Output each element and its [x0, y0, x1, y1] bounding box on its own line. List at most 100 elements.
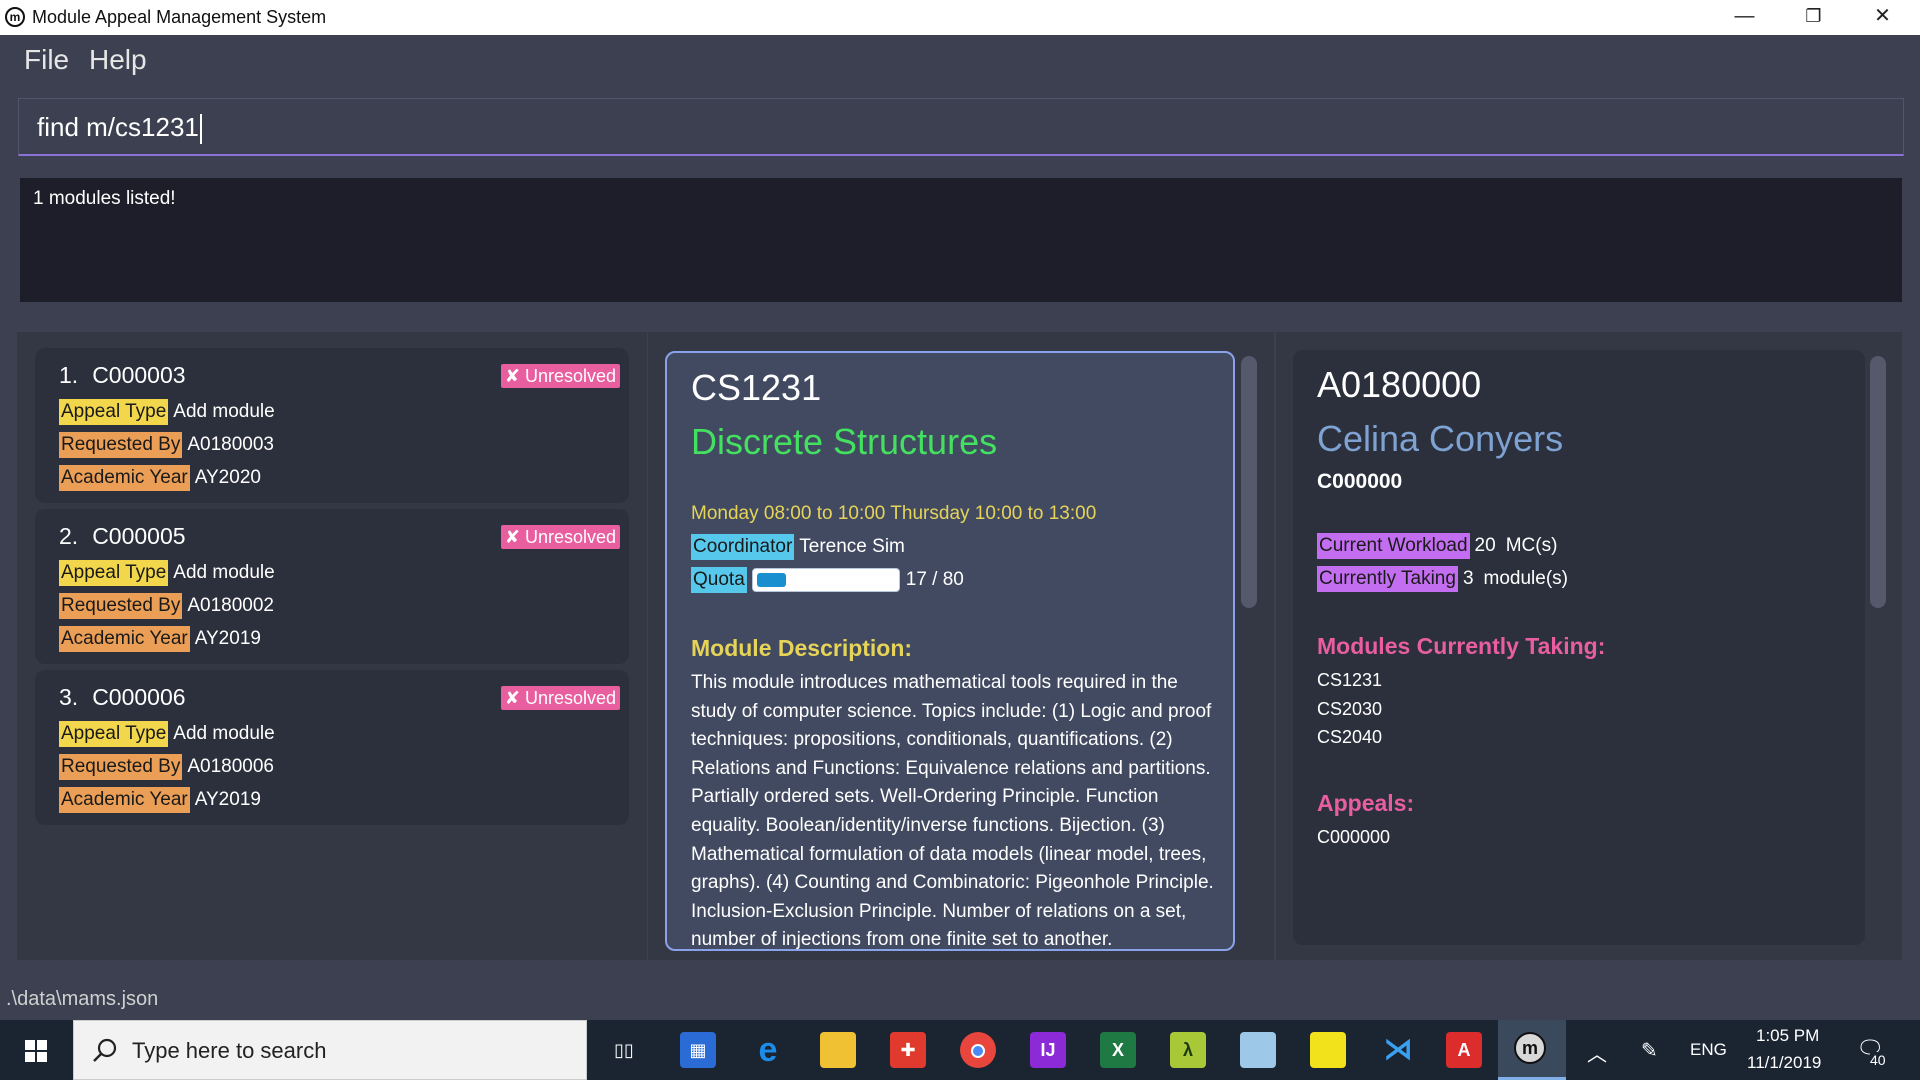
cross-icon: ✘	[504, 688, 520, 708]
module-list-item: CS1231	[1317, 670, 1383, 690]
appeal-type-tag: Appeal Type	[59, 721, 169, 747]
workload-tag: Current Workload	[1317, 533, 1470, 559]
student-detail-card[interactable]: A0180000 Celina Conyers C000000 Current …	[1293, 350, 1865, 945]
status-badge: ✘ Unresolved	[500, 364, 620, 388]
taking-tag: Currently Taking	[1317, 566, 1458, 592]
search-icon	[93, 1038, 117, 1062]
edge-icon[interactable]: e	[750, 1032, 786, 1068]
quota-progress-fill	[756, 572, 786, 587]
lambda-app-icon[interactable]: λ	[1170, 1032, 1206, 1068]
start-button[interactable]	[0, 1020, 70, 1080]
restore-button[interactable]: ❐	[1779, 0, 1848, 35]
excel-icon[interactable]: X	[1100, 1032, 1136, 1068]
academic-year-row: Academic Year AY2019	[59, 626, 261, 652]
appeal-type-value: Add module	[173, 723, 275, 744]
appeal-type-tag: Appeal Type	[59, 560, 169, 586]
clock-time[interactable]: 1:05 PM	[1756, 1026, 1819, 1046]
requested-by-row: Requested By A0180002	[59, 593, 274, 619]
taskbar-search-box[interactable]: Type here to search	[73, 1020, 587, 1080]
requested-by-tag: Requested By	[59, 593, 183, 619]
result-display[interactable]: 1 modules listed!	[20, 178, 1902, 302]
quota-row: Quota 17 / 80	[691, 567, 964, 593]
pen-icon[interactable]: ✎	[1641, 1038, 1658, 1063]
appeal-id: C000005	[92, 523, 186, 549]
module-description-title: Module Description:	[691, 635, 913, 661]
coordinator-row: Coordinator Terence Sim	[691, 534, 905, 560]
module-name: Discrete Structures	[691, 421, 998, 462]
appeal-card[interactable]: 2. C000005 ✘ Unresolved Appeal Type Add mod…	[35, 509, 629, 664]
academic-year-tag: Academic Year	[59, 787, 190, 813]
taskbar: Type here to search ▯▯ ▦ e ✚ IJ X λ ⋊ A …	[0, 1020, 1920, 1080]
academic-year-value: AY2019	[194, 628, 261, 649]
store-icon[interactable]: ▦	[680, 1032, 716, 1068]
gift-icon[interactable]: ✚	[890, 1032, 926, 1068]
taking-row: Currently Taking 3 module(s)	[1317, 566, 1568, 592]
command-area: find m/cs1231	[0, 87, 1920, 164]
academic-year-row: Academic Year AY2019	[59, 787, 261, 813]
chrome-icon[interactable]	[960, 1032, 996, 1068]
menu-help[interactable]: Help	[89, 44, 147, 76]
module-list-item: CS2030	[1317, 699, 1383, 719]
appeal-type-row: Appeal Type Add module	[59, 399, 275, 425]
quota-progress-bar	[751, 567, 900, 592]
language-indicator[interactable]: ENG	[1690, 1040, 1727, 1060]
appeal-id: C000003	[92, 362, 186, 388]
module-scrollbar[interactable]	[1241, 356, 1257, 608]
appeal-type-row: Appeal Type Add module	[59, 560, 275, 586]
appeal-type-value: Add module	[173, 401, 275, 422]
module-description: This module introduces mathematical tool…	[691, 672, 1214, 951]
result-message: 1 modules listed!	[33, 188, 176, 209]
status-bar: .\data\mams.json	[0, 978, 1920, 1020]
mams-taskbar-button[interactable]: m	[1498, 1020, 1566, 1080]
close-button[interactable]: ✕	[1848, 0, 1917, 35]
paper-app-icon[interactable]	[1240, 1032, 1276, 1068]
appeal-id: C000006	[92, 684, 186, 710]
sticky-notes-icon[interactable]	[1310, 1032, 1346, 1068]
requested-by-tag: Requested By	[59, 432, 183, 458]
angular-icon[interactable]: A	[1446, 1032, 1482, 1068]
command-input[interactable]: find m/cs1231	[18, 98, 1904, 156]
intellij-icon[interactable]: IJ	[1030, 1032, 1066, 1068]
appeal-list-item: C000000	[1317, 827, 1391, 847]
appeals-title: Appeals:	[1317, 790, 1415, 816]
requested-by-value: A0180002	[187, 595, 275, 616]
appeal-type-row: Appeal Type Add module	[59, 721, 275, 747]
cross-icon: ✘	[504, 366, 520, 386]
academic-year-value: AY2020	[194, 467, 261, 488]
requested-by-row: Requested By A0180006	[59, 754, 274, 780]
student-scrollbar[interactable]	[1870, 356, 1886, 608]
appeal-index: 1.	[59, 362, 79, 388]
search-placeholder: Type here to search	[132, 1038, 327, 1063]
quota-tag: Quota	[691, 567, 747, 593]
status-label: Unresolved	[524, 527, 616, 547]
module-code: CS1231	[691, 367, 822, 408]
text-caret	[199, 114, 202, 145]
command-text-wrap: find m/cs1231	[37, 112, 202, 145]
workload-unit: MC(s)	[1505, 535, 1558, 556]
appeal-index: 3.	[59, 684, 79, 710]
app-logo-icon: m	[5, 7, 25, 27]
task-view-icon[interactable]: ▯▯	[606, 1032, 642, 1068]
appeal-index: 2.	[59, 523, 79, 549]
module-list-item: CS2040	[1317, 727, 1383, 747]
requested-by-value: A0180006	[187, 756, 275, 777]
module-detail-card[interactable]: CS1231 Discrete Structures Monday 08:00 …	[665, 351, 1235, 951]
command-value: find m/cs1231	[37, 112, 199, 142]
clock-date[interactable]: 11/1/2019	[1747, 1053, 1821, 1073]
modules-taking-title: Modules Currently Taking:	[1317, 633, 1606, 659]
window-title: Module Appeal Management System	[32, 7, 327, 27]
file-explorer-icon[interactable]	[820, 1032, 856, 1068]
notification-count: 40	[1870, 1052, 1886, 1068]
appeal-card-title: 1. C000003	[59, 362, 186, 389]
chevron-up-icon[interactable]: ︿	[1587, 1038, 1607, 1067]
minimize-button[interactable]: —	[1710, 0, 1779, 35]
vscode-icon[interactable]: ⋊	[1380, 1032, 1416, 1068]
menu-bar: File Help	[0, 35, 1920, 87]
menu-file[interactable]: File	[24, 44, 69, 76]
academic-year-tag: Academic Year	[59, 465, 190, 491]
appeal-card[interactable]: 1. C000003 ✘ Unresolved Appeal Type Add mod…	[35, 348, 629, 503]
student-matric: A0180000	[1317, 364, 1482, 405]
status-label: Unresolved	[524, 688, 616, 708]
requested-by-tag: Requested By	[59, 754, 183, 780]
appeal-card[interactable]: 3. C000006 ✘ Unresolved Appeal Type Add mod…	[35, 670, 629, 825]
